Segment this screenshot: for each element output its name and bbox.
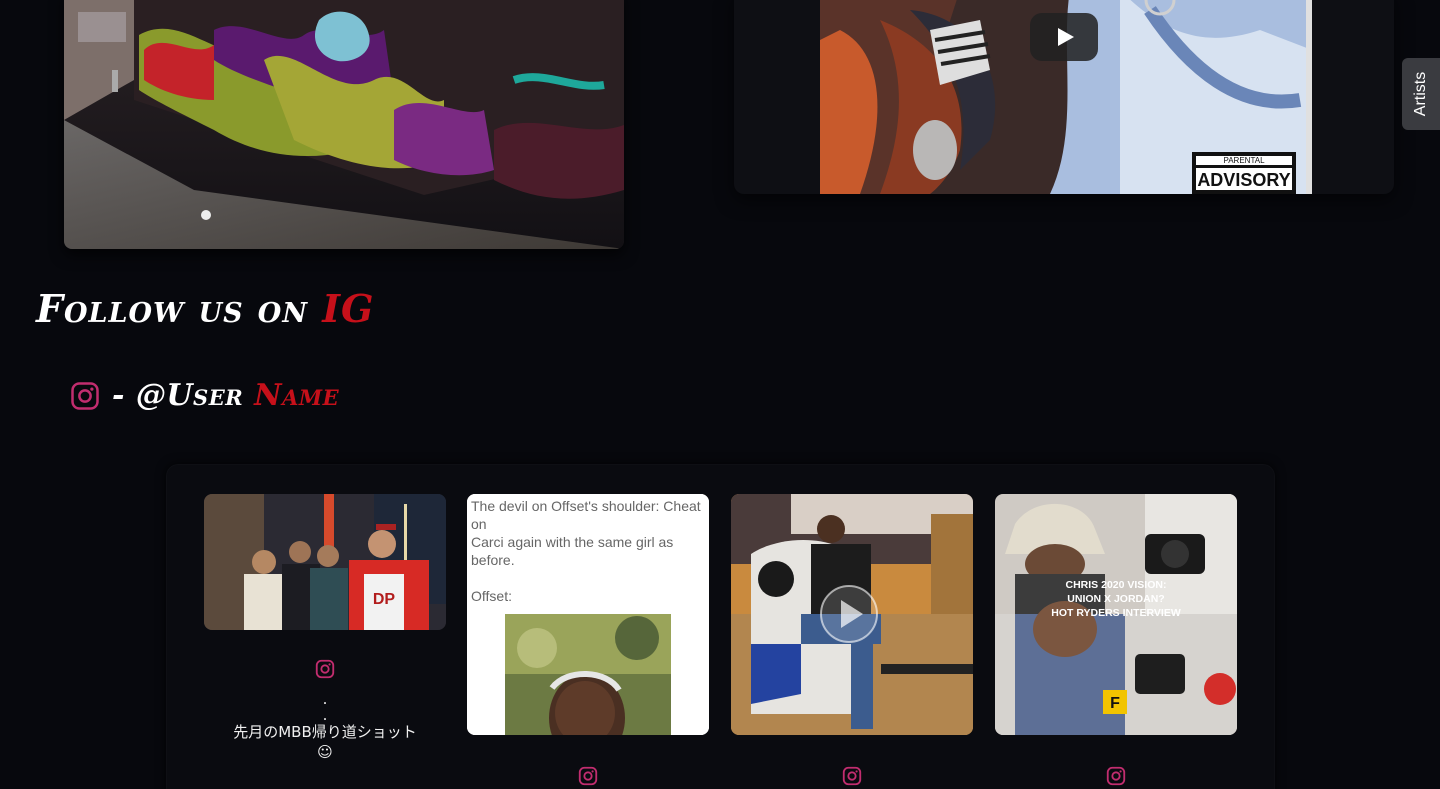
instagram-post[interactable]: The devil on Offset's shoulder: Cheat on… (467, 494, 709, 787)
artists-tab-label: Artists (1412, 71, 1430, 117)
svg-text:DP: DP (373, 591, 396, 608)
follow-heading: Follow us on IG (36, 286, 374, 331)
meme-text: The devil on Offset's shoulder: Cheat on… (467, 494, 709, 608)
overlay-line: HOT RYDERS INTERVIEW (1051, 607, 1181, 619)
instagram-icon[interactable] (1105, 765, 1127, 787)
post-thumbnail[interactable]: DP (204, 494, 446, 630)
handle-accent: Name (254, 378, 340, 413)
instagram-post[interactable]: F CHRIS 2020 VISION: UNION X JORDAN? HOT… (995, 494, 1237, 787)
instagram-feed: DP . . 先月のMBB帰り道ショット ☺ The devil on Offs… (166, 464, 1275, 789)
follow-heading-prefix: Follow us on (36, 286, 323, 331)
post-thumbnail[interactable]: F CHRIS 2020 VISION: UNION X JORDAN? HOT… (995, 494, 1237, 735)
overlay-line: UNION X JORDAN? (1067, 593, 1165, 605)
overlay-line: CHRIS 2020 VISION: (1065, 579, 1167, 591)
post-caption: . . 先月のMBB帰り道ショット ☺ (204, 690, 446, 762)
video-embed[interactable]: PARENTAL ADVISORY (734, 0, 1394, 194)
svg-text:PARENTAL: PARENTAL (1223, 156, 1265, 165)
caption-line: 先月のMBB帰り道ショット (233, 723, 417, 741)
instagram-icon[interactable] (841, 765, 863, 787)
post-thumbnail[interactable]: The devil on Offset's shoulder: Cheat on… (467, 494, 709, 735)
artists-side-tab[interactable]: Artists (1402, 58, 1440, 130)
meme-line: Offset: (471, 588, 512, 604)
play-button[interactable] (1030, 13, 1098, 61)
meme-line: Carci again with the same girl as before… (471, 534, 674, 568)
svg-text:ADVISORY: ADVISORY (1197, 170, 1290, 190)
meme-line: The devil on Offset's shoulder: Cheat on (471, 498, 701, 532)
svg-text:F: F (1110, 695, 1120, 712)
play-icon (1058, 28, 1074, 46)
instagram-icon[interactable] (577, 765, 599, 787)
instagram-handle[interactable]: - @User Name (112, 378, 339, 413)
page: PARENTAL ADVISORY Artists Follow us on I… (0, 0, 1440, 789)
post-thumbnail[interactable] (731, 494, 973, 735)
instagram-icon (71, 381, 99, 410)
handle-prefix: - @User (112, 378, 255, 413)
instagram-post[interactable]: DP . . 先月のMBB帰り道ショット ☺ (204, 494, 446, 762)
caption-line: ☺ (317, 743, 333, 761)
instagram-handle-row[interactable]: - @User Name (70, 378, 339, 413)
post-overlay-text: CHRIS 2020 VISION: UNION X JORDAN? HOT R… (995, 578, 1237, 620)
follow-heading-accent: IG (322, 286, 375, 331)
instagram-icon[interactable] (314, 658, 336, 680)
instagram-post[interactable] (731, 494, 973, 787)
caption-line: . (322, 706, 328, 724)
graffiti-photo (64, 0, 624, 249)
